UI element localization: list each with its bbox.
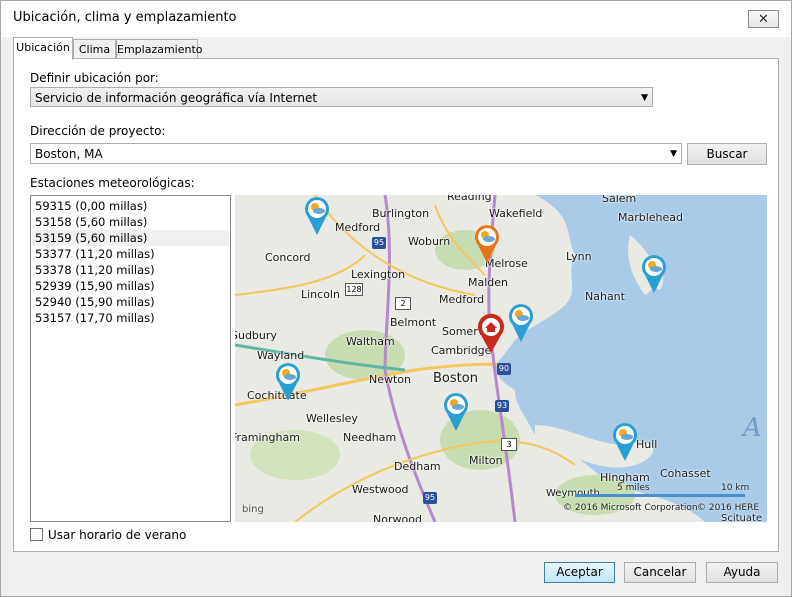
place-label: Medford [439, 293, 485, 306]
place-label: Marblehead [618, 211, 684, 224]
highway-shield: 3 [501, 438, 517, 451]
place-label: Sudbury [235, 329, 277, 342]
place-label: Lincoln [301, 288, 340, 301]
place-label: Wakefield [489, 207, 543, 220]
tab-emplazamiento-label: Emplazamiento [117, 43, 203, 56]
cancel-button[interactable]: Cancelar [624, 562, 696, 583]
highway-shield: 128 [345, 283, 363, 296]
weather-station-pin[interactable] [303, 195, 331, 237]
weather-station-pin[interactable] [507, 302, 535, 344]
close-button[interactable]: ✕ [748, 10, 779, 28]
weather-station-pin[interactable] [640, 253, 668, 295]
tab-ubicacion-label: Ubicación [16, 41, 70, 54]
tab-ubicacion[interactable]: Ubicación [13, 37, 73, 60]
map-view[interactable]: Reading Wakefield Salem Burlington Medfo… [235, 195, 767, 522]
weather-station-pin[interactable] [274, 361, 302, 403]
place-label: Salem [602, 195, 637, 205]
tab-clima[interactable]: Clima [73, 39, 116, 59]
address-label: Dirección de proyecto: [30, 124, 166, 138]
list-item[interactable]: 59315 (0,00 millas) [32, 198, 229, 214]
list-item[interactable]: 52940 (15,90 millas) [32, 294, 229, 310]
place-label: Westwood [352, 483, 409, 496]
place-label: Concord [265, 251, 311, 264]
stations-list[interactable]: 59315 (0,00 millas) 53158 (5,60 millas) … [30, 195, 231, 522]
highway-shield: 2 [395, 297, 411, 310]
bing-logo: bing [242, 504, 264, 515]
dialog-window: Ubicación, clima y emplazamiento ✕ Ubica… [0, 0, 792, 597]
search-button[interactable]: Buscar [687, 143, 767, 165]
stations-label: Estaciones meteorológicas: [30, 176, 195, 190]
list-item[interactable]: 53378 (11,20 millas) [32, 262, 229, 278]
scale-km-label: 10 km [721, 483, 750, 493]
copyright-microsoft: © 2016 Microsoft Corporation [563, 503, 698, 513]
list-item[interactable]: 53159 (5,60 millas) [32, 230, 229, 246]
place-label: Waltham [346, 335, 395, 348]
place-label: Burlington [372, 207, 430, 220]
weather-station-pin[interactable] [442, 391, 470, 433]
address-value: Boston, MA [35, 147, 103, 161]
highway-shield: 93 [495, 400, 509, 412]
place-label: Lexington [351, 268, 406, 281]
tab-clima-label: Clima [78, 43, 111, 56]
place-label: Cohasset [660, 467, 711, 480]
list-item[interactable]: 52939 (15,90 millas) [32, 278, 229, 294]
place-label: Lynn [566, 250, 592, 263]
list-item[interactable]: 53377 (11,20 millas) [32, 246, 229, 262]
define-location-label: Definir ubicación por: [30, 71, 159, 85]
dst-label: Usar horario de verano [48, 528, 187, 542]
place-label: Norwood [373, 513, 422, 522]
list-item[interactable]: 53157 (17,70 millas) [32, 310, 229, 326]
place-label: Milton [469, 454, 503, 467]
tab-emplazamiento[interactable]: Emplazamiento [116, 39, 203, 59]
define-location-value: Servicio de información geográfica vía I… [35, 91, 318, 105]
copyright-here: © 2016 HERE [697, 503, 760, 513]
weather-station-pin[interactable] [611, 421, 639, 463]
address-input[interactable]: Boston, MA ▼ [30, 143, 682, 164]
dst-checkbox[interactable] [30, 528, 43, 541]
project-location-pin[interactable] [477, 313, 505, 355]
place-label: Newton [369, 373, 412, 386]
place-label: Nahant [585, 290, 625, 303]
place-label: Medford [335, 221, 381, 234]
place-label: Framingham [235, 431, 300, 444]
place-label: Malden [468, 276, 509, 289]
title-bar: Ubicación, clima y emplazamiento ✕ [1, 1, 791, 37]
place-label: Reading [447, 195, 492, 203]
chevron-down-icon: ▼ [641, 93, 648, 103]
highway-shield: 95 [372, 237, 386, 249]
close-icon: ✕ [758, 12, 769, 27]
scale-bar [575, 494, 745, 497]
place-label: Boston [433, 371, 478, 386]
weather-station-pin[interactable] [473, 223, 501, 265]
scale-miles-label: 5 miles [617, 483, 650, 493]
place-label: Wellesley [306, 412, 358, 425]
place-label: Hull [636, 438, 658, 451]
window-title: Ubicación, clima y emplazamiento [13, 10, 237, 25]
list-item[interactable]: 53158 (5,60 millas) [32, 214, 229, 230]
ok-button[interactable]: Aceptar [544, 562, 615, 583]
define-location-select[interactable]: Servicio de información geográfica vía I… [30, 87, 653, 107]
highway-shield: 90 [497, 363, 511, 375]
place-label: Needham [343, 431, 397, 444]
place-label: Scituate [721, 513, 763, 522]
place-label: Woburn [408, 235, 451, 248]
chevron-down-icon[interactable]: ▼ [670, 149, 677, 159]
corner-letter: A [743, 413, 762, 443]
place-label: Belmont [390, 316, 437, 329]
help-button[interactable]: Ayuda [706, 562, 778, 583]
highway-shield: 95 [423, 492, 437, 504]
place-label: Dedham [394, 460, 441, 473]
